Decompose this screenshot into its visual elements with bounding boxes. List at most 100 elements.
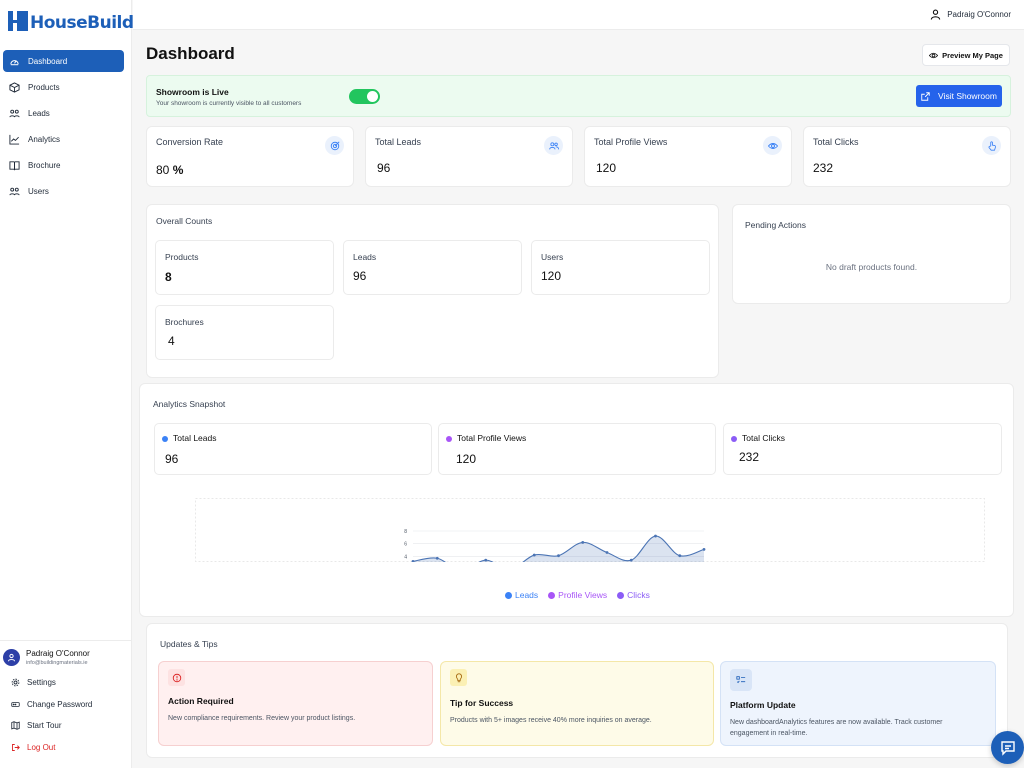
data-point	[411, 560, 415, 562]
updates-tips-title: Updates & Tips	[160, 639, 218, 649]
analytics-value: 96	[165, 452, 179, 466]
chat-support-button[interactable]	[991, 731, 1024, 764]
preview-my-page-button[interactable]: Preview My Page	[922, 44, 1010, 66]
count-card-products: Products 8	[155, 240, 334, 295]
stat-value: 96	[377, 161, 391, 175]
analytics-chart: 2468	[195, 498, 985, 562]
sidebar-item-label: Products	[28, 82, 60, 92]
y-tick-label: 4	[404, 554, 407, 560]
overall-counts-panel: Overall Counts Products 8 Leads 96 Users…	[146, 204, 719, 378]
gear-icon	[11, 678, 20, 687]
data-point	[435, 556, 439, 560]
leads-dot-icon	[162, 435, 168, 442]
legend-item-profile-views[interactable]: Profile Views	[548, 590, 612, 600]
sidebar-user[interactable]: Padraig O'Connor info@buildingmaterials.…	[0, 641, 132, 672]
count-value: 96	[353, 269, 367, 283]
analytics-value: 232	[739, 450, 760, 464]
legend-clicks-dot-icon	[617, 591, 625, 599]
pending-actions-title: Pending Actions	[745, 220, 806, 230]
eye-icon	[763, 136, 782, 155]
pending-empty-text: No draft products found.	[825, 262, 918, 272]
stat-label: Conversion Rate	[156, 137, 224, 147]
sidebar-item-analytics[interactable]: Analytics	[3, 128, 124, 150]
header-user-name: Padraig O'Connor	[947, 10, 1011, 19]
logo-mark-icon	[8, 10, 28, 31]
overall-counts-title: Overall Counts	[156, 216, 213, 226]
analytics-card-total-clicks: Total Clicks 232	[723, 423, 1002, 475]
sidebar-footer: Padraig O'Connor info@buildingmaterials.…	[0, 640, 132, 758]
map-icon	[11, 721, 20, 730]
logout-label: Log Out	[27, 742, 56, 752]
analytics-label: Total Clicks	[731, 433, 785, 443]
tip-title: Action Required	[168, 696, 234, 706]
settings-label: Settings	[27, 678, 56, 688]
users-icon	[544, 136, 563, 155]
settings-link[interactable]: Settings	[0, 672, 132, 694]
visit-showroom-button[interactable]: Visit Showroom	[916, 85, 1002, 107]
data-point	[629, 558, 633, 562]
sidebar-item-dashboard[interactable]: Dashboard	[3, 50, 124, 72]
list-icon	[730, 669, 752, 691]
data-point	[678, 554, 682, 558]
y-tick-label: 8	[404, 529, 407, 535]
count-value: 120	[541, 269, 562, 283]
banner-title: Showroom is Live	[156, 87, 229, 97]
clicks-dot-icon	[731, 435, 737, 442]
showroom-live-toggle[interactable]	[349, 89, 380, 104]
stat-value: 232	[813, 161, 834, 175]
data-point	[532, 553, 536, 557]
analytics-label: Total Leads	[162, 433, 216, 443]
data-point	[557, 554, 560, 558]
analytics-card-total-profile-views: Total Profile Views 120	[438, 423, 716, 475]
chat-icon	[1000, 740, 1015, 756]
sidebar-item-leads[interactable]: Leads	[3, 102, 124, 124]
sidebar-item-users[interactable]: Users	[3, 180, 124, 202]
page-title: Dashboard	[146, 44, 235, 63]
sidebar-item-label: Users	[28, 186, 49, 196]
gauge-icon	[10, 59, 19, 65]
logout-link[interactable]: Log Out	[0, 737, 132, 759]
legend-leads-dot-icon	[505, 591, 512, 599]
count-card-leads: Leads 96	[343, 240, 522, 295]
brand-logo[interactable]: HouseBuild	[8, 8, 134, 33]
legend-item-leads[interactable]: Leads	[505, 590, 543, 600]
start-tour-label: Start Tour	[27, 721, 62, 731]
chart-area	[413, 536, 704, 562]
external-link-icon	[921, 91, 930, 101]
stat-value: 80 %	[156, 163, 184, 177]
visit-showroom-label: Visit Showroom	[938, 91, 997, 101]
users-icon	[9, 187, 20, 195]
sidebar-user-email: info@buildingmaterials.ie	[26, 660, 88, 666]
start-tour-link[interactable]: Start Tour	[0, 715, 132, 737]
header-user-menu[interactable]: Padraig O'Connor	[930, 9, 1011, 20]
stat-card-conversion-rate: Conversion Rate 80 %	[146, 126, 354, 187]
tip-body: New compliance requirements. Review your…	[168, 715, 356, 722]
target-icon	[325, 136, 344, 155]
sidebar-item-label: Leads	[28, 108, 50, 118]
tip-title: Platform Update	[730, 700, 796, 710]
analytics-value: 120	[456, 452, 477, 466]
tip-card-action-required: Action Required New compliance requireme…	[158, 661, 433, 746]
password-icon	[11, 701, 20, 707]
tip-title: Tip for Success	[450, 698, 514, 708]
tip-card-platform-update: Platform Update New dashboardAnalytics f…	[720, 661, 996, 746]
pending-actions-panel: Pending Actions No draft products found.	[732, 204, 1011, 304]
analytics-card-total-leads: Total Leads 96	[154, 423, 432, 475]
data-point	[654, 534, 657, 538]
sidebar-item-brochure[interactable]: Brochure	[3, 154, 124, 176]
change-password-label: Change Password	[27, 699, 93, 709]
sidebar-item-label: Brochure	[28, 160, 61, 170]
sidebar-item-products[interactable]: Products	[3, 76, 124, 98]
change-password-link[interactable]: Change Password	[0, 694, 132, 716]
book-icon	[9, 160, 20, 170]
tip-card-tip-for-success: Tip for Success Products with 5+ images …	[440, 661, 714, 746]
stat-card-total-leads: Total Leads 96	[365, 126, 573, 187]
legend-item-clicks[interactable]: Clicks	[617, 590, 655, 600]
alert-circle-icon	[168, 669, 185, 686]
tip-body: New dashboardAnalytics features are now …	[730, 719, 943, 737]
count-label: Products	[165, 252, 199, 262]
count-value: 4	[168, 334, 175, 348]
count-value: 8	[165, 270, 172, 284]
banner-subtitle: Your showroom is currently visible to al…	[156, 100, 302, 107]
top-header: Padraig O'Connor	[133, 0, 1024, 30]
